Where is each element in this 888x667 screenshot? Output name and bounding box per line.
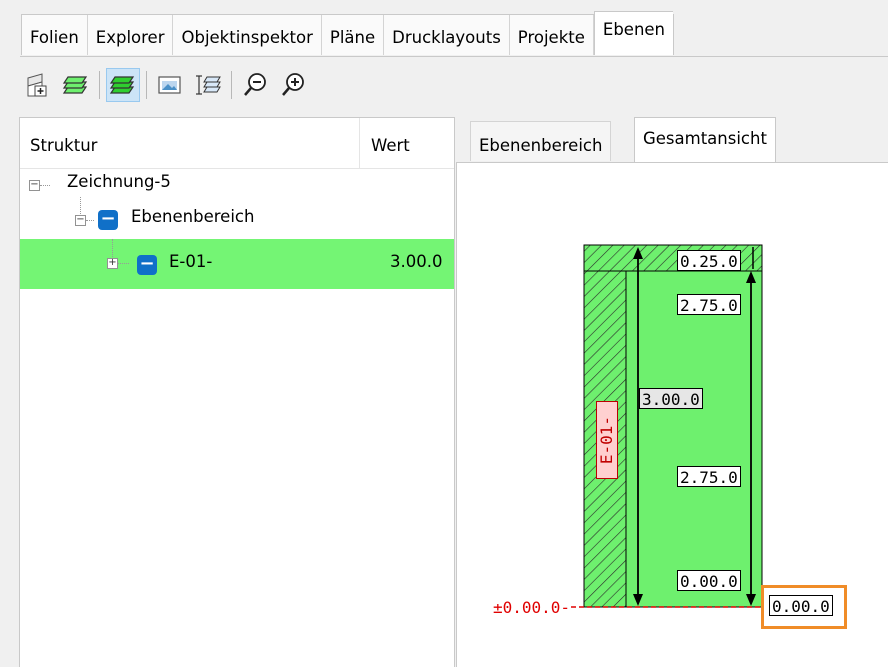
image-button[interactable] (153, 68, 187, 102)
tree-node-value: 3.00.0 (390, 252, 443, 271)
column-header-wert[interactable]: Wert (371, 118, 410, 174)
tab-projekte[interactable]: Projekte (509, 15, 594, 55)
tree-node-label: Ebenenbereich (131, 207, 255, 226)
ground-level-label: ±0.00.0- (493, 598, 571, 617)
column-header-struktur[interactable]: Struktur (30, 118, 97, 174)
layer-settings-icon (196, 75, 221, 95)
range-minus-badge-icon: − (98, 210, 118, 230)
selected-value-label: 0.00.0 (769, 595, 833, 616)
tab-bar-divider (20, 56, 888, 57)
tab-gesamtansicht[interactable]: Gesamtansicht (634, 117, 776, 163)
level-body-shape (625, 270, 763, 608)
level-name-vertical-label: E-01- (596, 401, 618, 479)
tab-plaene[interactable]: Pläne (321, 15, 385, 55)
new-level-button[interactable] (21, 68, 55, 102)
view-panel: Ebenenbereich Gesamtansicht 0.25.0 2.75.… (456, 117, 888, 667)
layers-button[interactable] (59, 68, 93, 102)
tab-strip: Folien Explorer Objektinspektor Pläne Dr… (21, 11, 675, 55)
tree-row-ebenenbereich[interactable]: − − Ebenenbereich (20, 195, 454, 245)
zoom-in-button[interactable] (276, 68, 310, 102)
layers-active-icon (109, 76, 135, 94)
tree-node-label: E-01- (169, 252, 213, 271)
layer-settings-button[interactable] (191, 68, 225, 102)
zoom-out-button[interactable] (238, 68, 272, 102)
column-divider[interactable] (359, 118, 360, 168)
layers-icon (62, 76, 88, 94)
total-dim-label: 3.00.0 (639, 388, 703, 409)
tree-column-header: Struktur Wert (20, 118, 454, 169)
upper-dim-label: 2.75.0 (677, 294, 741, 315)
tree-connector (118, 263, 129, 264)
tree-node-label: Zeichnung-5 (67, 172, 171, 191)
level-drawing-canvas[interactable]: 0.25.0 2.75.0 3.00.0 2.75.0 0.00.0 E-01-… (456, 162, 888, 667)
expand-toggle-icon[interactable]: + (107, 258, 118, 269)
structure-tree-panel: Struktur Wert − Zeichnung-5 − − Ebenenbe… (19, 117, 455, 667)
base-dim-label: 0.00.0 (677, 570, 741, 591)
selected-value-highlight[interactable]: 0.00.0 (761, 585, 847, 629)
tree-connector (40, 185, 50, 186)
tab-drucklayouts[interactable]: Drucklayouts (384, 15, 510, 55)
tab-folien[interactable]: Folien (22, 15, 88, 55)
layers-active-button[interactable] (106, 68, 140, 102)
toolbar-separator (99, 71, 100, 99)
collapse-toggle-icon[interactable]: − (75, 215, 86, 226)
top-dim-label: 0.25.0 (677, 250, 741, 271)
level-name-text: E-01- (597, 415, 616, 465)
collapse-toggle-icon[interactable]: − (29, 180, 40, 191)
tree-row-e01-selected[interactable]: + − E-01- 3.00.0 (20, 239, 454, 289)
tab-objektinspektor[interactable]: Objektinspektor (173, 15, 322, 55)
tab-ebenen[interactable]: Ebenen (593, 11, 674, 55)
lower-dim-label: 2.75.0 (677, 466, 741, 487)
image-icon (158, 76, 181, 94)
toolbar-separator (231, 71, 232, 99)
zoom-out-icon (244, 73, 266, 96)
tab-ebenenbereich[interactable]: Ebenenbereich (470, 121, 612, 161)
tree-connector (86, 220, 94, 221)
tab-explorer[interactable]: Explorer (87, 15, 174, 55)
toolbar (21, 62, 314, 108)
toolbar-separator (146, 71, 147, 99)
level-minus-badge-icon: − (137, 255, 157, 275)
new-level-icon (27, 73, 47, 97)
top-tab-bar: Folien Explorer Objektinspektor Pläne Dr… (0, 0, 888, 58)
zoom-in-icon (282, 73, 304, 96)
